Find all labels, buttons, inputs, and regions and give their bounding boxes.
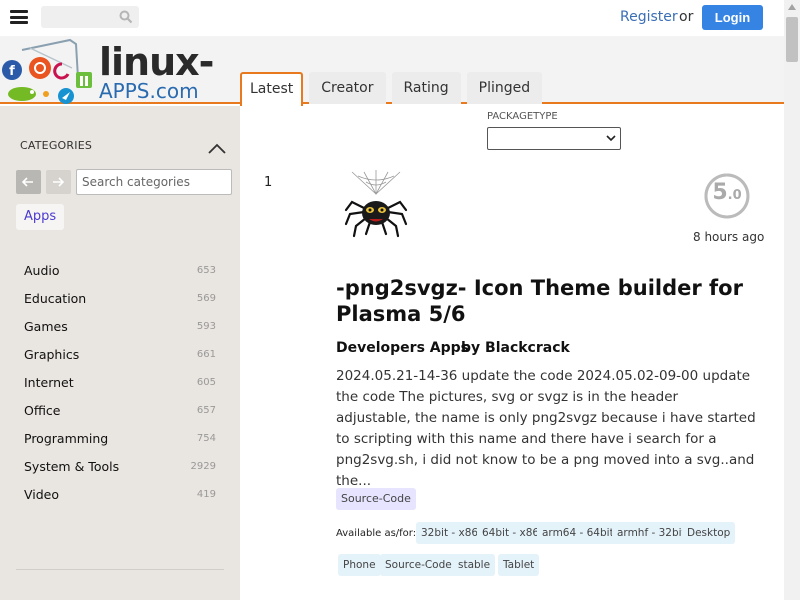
page-scrollbar[interactable] [784, 0, 800, 600]
categories-heading: CATEGORIES [20, 139, 93, 152]
category-name: System & Tools [24, 458, 120, 474]
category-count: 657 [196, 404, 216, 416]
tab-plinged[interactable]: Plinged [466, 72, 543, 104]
available-tag[interactable]: armhf - 32bit [612, 522, 691, 544]
category-name: Graphics [24, 346, 80, 362]
active-category-chip[interactable]: Apps [16, 204, 65, 230]
category-count: 653 [196, 264, 216, 276]
tab-creator[interactable]: Creator [309, 72, 386, 104]
search-icon[interactable] [119, 9, 133, 28]
chevron-down-icon [606, 135, 616, 142]
arrow-right-icon [53, 177, 65, 187]
category-item-video[interactable]: Video 419 [24, 480, 216, 508]
available-tag[interactable]: arm64 - 64bit [537, 522, 619, 544]
category-list: Audio 653 Education 569 Games 593 Graphics 6… [24, 256, 216, 508]
product-thumbnail-spider-icon[interactable] [340, 168, 412, 240]
scrollbar-thumb[interactable] [786, 17, 798, 62]
login-button[interactable]: Login [702, 5, 763, 30]
product-title[interactable]: -png2svgz- Icon Theme builder for Plasma… [336, 275, 756, 327]
scroll-up-arrow-icon[interactable] [788, 4, 796, 10]
category-count: 593 [196, 320, 216, 332]
category-name: Games [24, 318, 68, 334]
top-bar: Register or Login [0, 0, 784, 36]
category-count: 661 [196, 348, 216, 360]
sort-tabs: Latest Creator Rating Plinged [240, 72, 548, 106]
category-name: Audio [24, 262, 60, 278]
category-count: 605 [196, 376, 216, 388]
tab-rating[interactable]: Rating [391, 72, 461, 104]
site-logo-subtext[interactable]: APPS.com [99, 80, 199, 102]
category-count: 419 [196, 488, 216, 500]
category-item-education[interactable]: Education 569 [24, 284, 216, 312]
packagetype-select[interactable] [487, 127, 621, 150]
category-count: 754 [196, 432, 216, 444]
category-name: Office [24, 402, 61, 418]
available-tag[interactable]: stable [453, 554, 496, 576]
available-tag[interactable]: 64bit - x86 [477, 522, 545, 544]
available-tag[interactable]: Tablet [498, 554, 540, 576]
site-logo-text[interactable]: linux- [99, 40, 214, 84]
category-name: Education [24, 290, 87, 306]
svg-text:f: f [9, 64, 15, 79]
register-link[interactable]: Register [620, 9, 678, 25]
available-label: Available as/for: [336, 528, 417, 539]
category-item-office[interactable]: Office 657 [24, 396, 216, 424]
product-rank: 1 [264, 175, 273, 190]
forward-button[interactable] [46, 170, 71, 194]
category-item-internet[interactable]: Internet 605 [24, 368, 216, 396]
category-name: Programming [24, 430, 109, 446]
category-item-system-tools[interactable]: System & Tools 2929 [24, 452, 216, 480]
product-author-link[interactable]: by Blackcrack [461, 340, 570, 356]
tag-chip[interactable]: Source-Code [336, 488, 416, 510]
category-count: 2929 [190, 460, 216, 472]
distro-logos-icon[interactable]: f [0, 38, 96, 106]
category-item-games[interactable]: Games 593 [24, 312, 216, 340]
menu-icon[interactable] [10, 10, 28, 24]
product-category-link[interactable]: Developers Apps [336, 340, 469, 356]
category-name: Video [24, 486, 60, 502]
rating-score: 5.0 [712, 180, 742, 205]
category-count: 569 [196, 292, 216, 304]
available-tag[interactable]: Source-Code [380, 554, 457, 576]
available-tag[interactable]: Phone [338, 554, 381, 576]
category-item-audio[interactable]: Audio 653 [24, 256, 216, 284]
top-search-input[interactable] [41, 6, 139, 28]
arrow-left-icon [21, 177, 33, 187]
back-button[interactable] [16, 170, 41, 194]
category-name: Internet [24, 374, 74, 390]
available-tag[interactable]: Desktop [682, 522, 736, 544]
packagetype-label: PACKAGETYPE [487, 111, 558, 122]
chevron-up-icon[interactable] [208, 140, 226, 159]
product-description: 2024.05.21-14-36 update the code 2024.05… [336, 368, 756, 489]
or-text: or [679, 9, 694, 25]
category-item-graphics[interactable]: Graphics 661 [24, 340, 216, 368]
category-item-programming[interactable]: Programming 754 [24, 424, 216, 452]
category-search-input[interactable] [76, 169, 232, 195]
available-tag[interactable]: 32bit - x86 [416, 522, 484, 544]
sidebar-divider [16, 569, 224, 570]
updated-time: 8 hours ago [693, 230, 765, 244]
tab-latest[interactable]: Latest [240, 72, 304, 106]
